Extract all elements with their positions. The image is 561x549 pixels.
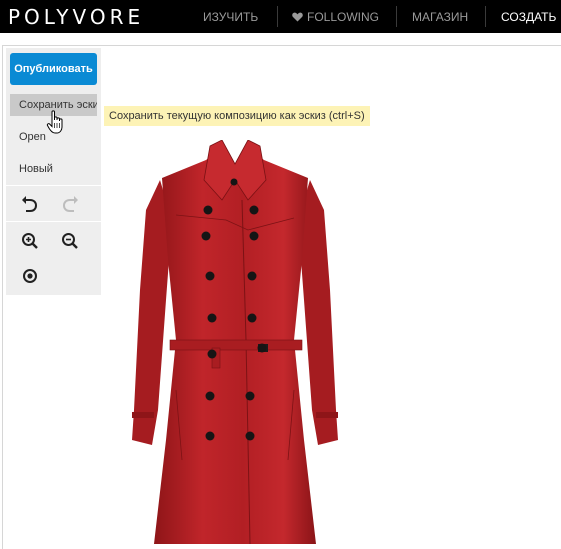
nav-divider — [485, 6, 486, 27]
center-icon[interactable] — [21, 267, 39, 285]
nav-following-label: FOLLOWING — [307, 10, 380, 24]
top-nav-bar: POLYVORE ИЗУЧИТЬ FOLLOWING МАГАЗИН СОЗДА… — [0, 0, 561, 33]
heart-icon — [292, 12, 303, 22]
nav-shop[interactable]: МАГАЗИН — [412, 10, 468, 24]
nav-divider — [396, 6, 397, 27]
nav-create[interactable]: СОЗДАТЬ — [501, 10, 556, 24]
nav-following[interactable]: FOLLOWING — [292, 10, 379, 24]
nav-divider — [277, 6, 278, 27]
nav-explore[interactable]: ИЗУЧИТЬ — [203, 10, 258, 24]
zoom-out-icon[interactable] — [61, 232, 79, 250]
publish-button[interactable]: Опубликовать — [10, 53, 97, 85]
coat-image[interactable] — [126, 140, 344, 549]
new-button[interactable]: Новый — [10, 158, 97, 180]
polyvore-logo[interactable]: POLYVORE — [8, 5, 144, 29]
save-draft-tooltip: Сохранить текущую композицию как эскиз (… — [104, 106, 370, 126]
undo-icon[interactable] — [21, 195, 39, 213]
redo-icon[interactable] — [61, 195, 79, 213]
panel-divider — [6, 185, 101, 186]
zoom-in-icon[interactable] — [21, 232, 39, 250]
panel-divider — [6, 221, 101, 222]
hand-cursor-icon — [46, 110, 63, 134]
